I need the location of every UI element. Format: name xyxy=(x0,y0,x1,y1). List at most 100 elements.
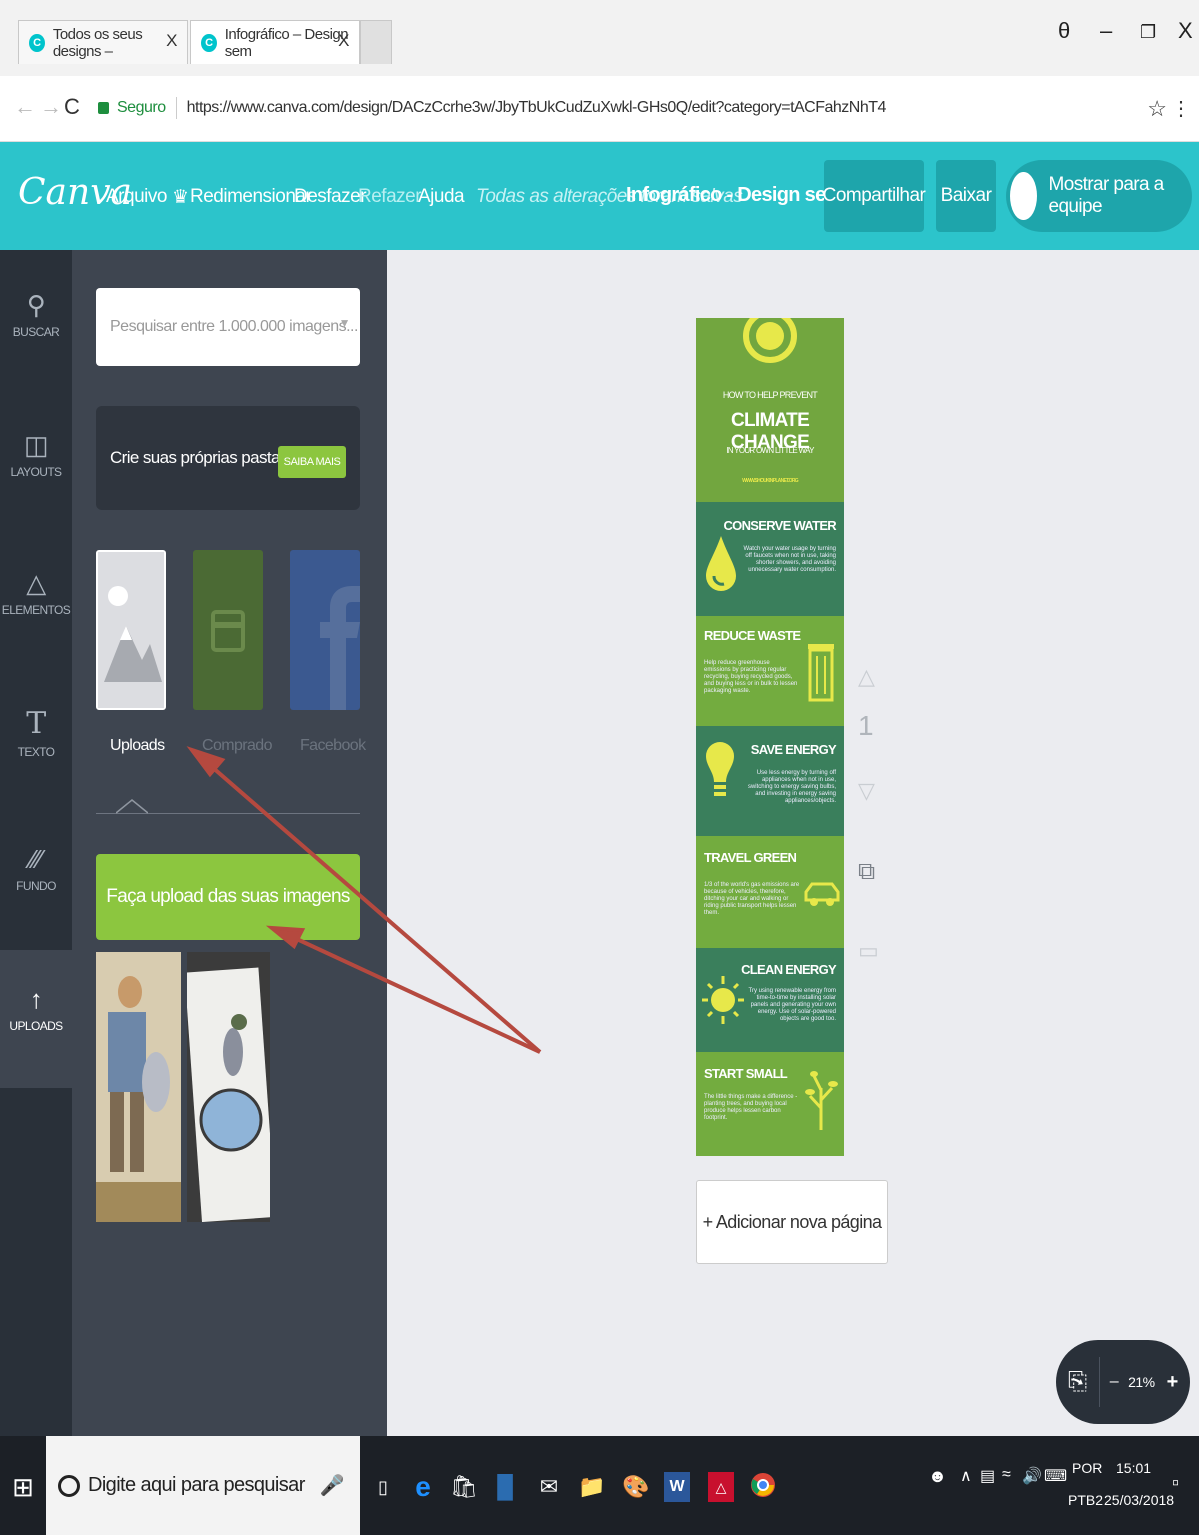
category-facebook-card[interactable] xyxy=(290,550,360,710)
back-icon[interactable]: ← xyxy=(14,94,36,120)
present-team-button[interactable]: Mostrar para a equipe xyxy=(1006,160,1192,232)
zoom-out-button[interactable]: – xyxy=(1110,1373,1119,1391)
infographic-section-clean-energy: CLEAN ENERGY Try using renewable energy … xyxy=(696,948,844,1052)
word-icon[interactable]: W xyxy=(664,1472,690,1502)
category-label-uploads[interactable]: Uploads xyxy=(110,737,165,755)
active-tab-pointer-icon xyxy=(116,799,148,814)
network-icon[interactable]: ▤ xyxy=(980,1466,995,1486)
infographic-page[interactable]: HOW TO HELP PREVENT CLIMATE CHANGE IN YO… xyxy=(696,318,844,1156)
app-icon[interactable]: █ xyxy=(492,1472,518,1502)
infographic-title-section: HOW TO HELP PREVENT CLIMATE CHANGE IN YO… xyxy=(696,318,844,502)
tray-chevron-icon[interactable]: ∧ xyxy=(960,1466,972,1486)
bookmark-star-icon[interactable]: ☆ xyxy=(1147,96,1167,122)
keyboard-icon[interactable]: ⌨ xyxy=(1044,1466,1067,1486)
menu-undo[interactable]: Desfazer xyxy=(294,186,367,208)
sidebar-item-uploads[interactable]: ↑ UPLOADS xyxy=(0,950,72,1088)
zoom-control: ⎘ – 21% + xyxy=(1056,1340,1190,1424)
section-text: Use less energy by turning off appliance… xyxy=(747,770,836,804)
infographic-title-small: HOW TO HELP PREVENT xyxy=(722,390,818,400)
restore-button[interactable]: ❐ xyxy=(1140,22,1156,43)
paint-icon[interactable]: 🎨 xyxy=(622,1472,649,1502)
sidebar-item-label: TEXTO xyxy=(17,745,55,759)
section-text: Help reduce greenhouse emissions by prac… xyxy=(704,660,798,694)
task-view-icon[interactable]: ▯ xyxy=(370,1472,396,1502)
category-uploads-card[interactable] xyxy=(96,550,166,710)
store-icon[interactable]: 🛍 xyxy=(450,1472,478,1502)
menu-file[interactable]: Arquivo xyxy=(106,186,167,208)
new-tab-button[interactable] xyxy=(360,20,392,64)
browser-menu-icon[interactable]: ⋮ xyxy=(1171,96,1191,121)
file-explorer-icon[interactable]: 📁 xyxy=(578,1472,605,1502)
upload-images-button[interactable]: Faça upload das suas imagens xyxy=(96,854,360,940)
present-team-label: Mostrar para a equipe xyxy=(1048,174,1165,217)
infographic-site: WWW.SHOUKINPLANET.ORG xyxy=(742,478,799,484)
share-button[interactable]: Compartilhar xyxy=(823,160,926,232)
minimize-button[interactable]: – xyxy=(1100,18,1112,44)
tab-close-icon[interactable]: X xyxy=(166,31,177,51)
mail-icon[interactable]: ✉ xyxy=(536,1472,562,1502)
zoom-in-button[interactable]: + xyxy=(1167,1371,1179,1394)
sidebar-item-search[interactable]: ⚲ BUSCAR xyxy=(0,290,72,428)
infographic-title-sub: IN YOUR OWN LITTLE WAY xyxy=(726,446,814,455)
present-icon[interactable]: ⎘ xyxy=(1068,1368,1087,1396)
uploaded-image-thumbnail[interactable] xyxy=(96,952,181,1222)
clock-date[interactable]: 25/03/2018 xyxy=(1104,1492,1174,1508)
url-divider xyxy=(175,97,177,119)
team-avatar xyxy=(1010,172,1037,220)
sidebar-item-elements[interactable]: △ ELEMENTOS xyxy=(0,568,72,706)
close-window-button[interactable]: X xyxy=(1178,18,1193,44)
infographic-section-conserve-water: CONSERVE WATER Watch your water usage by… xyxy=(696,502,844,616)
people-icon[interactable]: ☻ xyxy=(928,1466,947,1487)
dropdown-caret-icon[interactable]: ▼ xyxy=(339,316,351,330)
browser-tab-all-designs[interactable]: C Todos os seus designs – X xyxy=(18,20,188,64)
windows-start-icon[interactable]: ⊞ xyxy=(10,1472,36,1502)
crown-icon: ♛ xyxy=(172,187,189,208)
input-language[interactable]: POR xyxy=(1072,1460,1102,1476)
category-label-purchased[interactable]: Comprado xyxy=(202,737,273,755)
add-page-button[interactable]: + Adicionar nova página xyxy=(696,1180,888,1264)
wifi-icon[interactable]: ≈ xyxy=(1002,1466,1011,1484)
search-icon: ⚲ xyxy=(26,290,46,320)
acrobat-icon[interactable]: △ xyxy=(708,1472,734,1502)
move-page-down-icon[interactable]: ▽ xyxy=(858,778,875,804)
volume-icon[interactable]: 🔊 xyxy=(1022,1466,1042,1486)
category-purchased-card[interactable] xyxy=(193,550,263,710)
menu-help[interactable]: Ajuda xyxy=(418,186,465,208)
download-button[interactable]: Baixar xyxy=(936,160,996,232)
page-number: 1 xyxy=(858,710,874,741)
forward-icon[interactable]: → xyxy=(40,94,62,120)
taskbar-search-field[interactable]: Digite aqui para pesquisar 🎤 xyxy=(46,1436,360,1535)
sidebar-item-layouts[interactable]: ◫ LAYOUTS xyxy=(0,430,72,568)
browser-tab-infographic[interactable]: C Infográfico – Design sem X xyxy=(190,20,360,64)
chrome-icon[interactable] xyxy=(750,1472,776,1502)
sidebar-item-text[interactable]: T TEXTO xyxy=(0,706,72,844)
microphone-icon[interactable]: 🎤 xyxy=(320,1473,345,1498)
infographic-section-travel-green: TRAVEL GREEN 1/3 of the world's gas emis… xyxy=(696,836,844,948)
keyboard-layout[interactable]: PTB2 xyxy=(1068,1492,1103,1508)
plant-icon xyxy=(805,1071,838,1130)
category-label-facebook[interactable]: Facebook xyxy=(300,737,366,755)
layouts-icon: ◫ xyxy=(24,430,49,460)
section-heading: CONSERVE WATER xyxy=(723,518,836,533)
url-field[interactable]: Seguro https://www.canva.com/design/DACz… xyxy=(88,88,1182,128)
notifications-icon[interactable]: ▫ xyxy=(1172,1472,1179,1495)
sidebar-item-label: ELEMENTOS xyxy=(1,603,71,617)
duplicate-page-icon[interactable]: ⧉ xyxy=(858,858,875,886)
delete-page-icon[interactable]: ▭ xyxy=(858,938,879,964)
reload-icon[interactable]: C xyxy=(64,94,80,120)
learn-more-button[interactable]: SAIBA MAIS xyxy=(278,446,346,478)
account-icon[interactable]: θ xyxy=(1058,18,1070,44)
infographic-section-save-energy: SAVE ENERGY Use less energy by turning o… xyxy=(696,726,844,836)
tab-close-icon[interactable]: X xyxy=(338,31,349,51)
menu-redo[interactable]: Refazer xyxy=(358,186,422,208)
image-placeholder-icon xyxy=(98,552,164,708)
infographic-section-start-small: START SMALL The little things make a dif… xyxy=(696,1052,844,1156)
clock-time[interactable]: 15:01 xyxy=(1116,1460,1151,1476)
move-page-up-icon[interactable]: △ xyxy=(858,664,875,690)
edge-icon[interactable]: e xyxy=(410,1472,436,1502)
zoom-divider xyxy=(1098,1357,1100,1407)
image-search-input[interactable]: Pesquisar entre 1.000.000 imagens... ▼ xyxy=(96,288,360,366)
zoom-level[interactable]: 21% xyxy=(1128,1374,1155,1390)
globe-icon xyxy=(743,318,797,363)
uploaded-image-thumbnail[interactable] xyxy=(184,952,276,1223)
